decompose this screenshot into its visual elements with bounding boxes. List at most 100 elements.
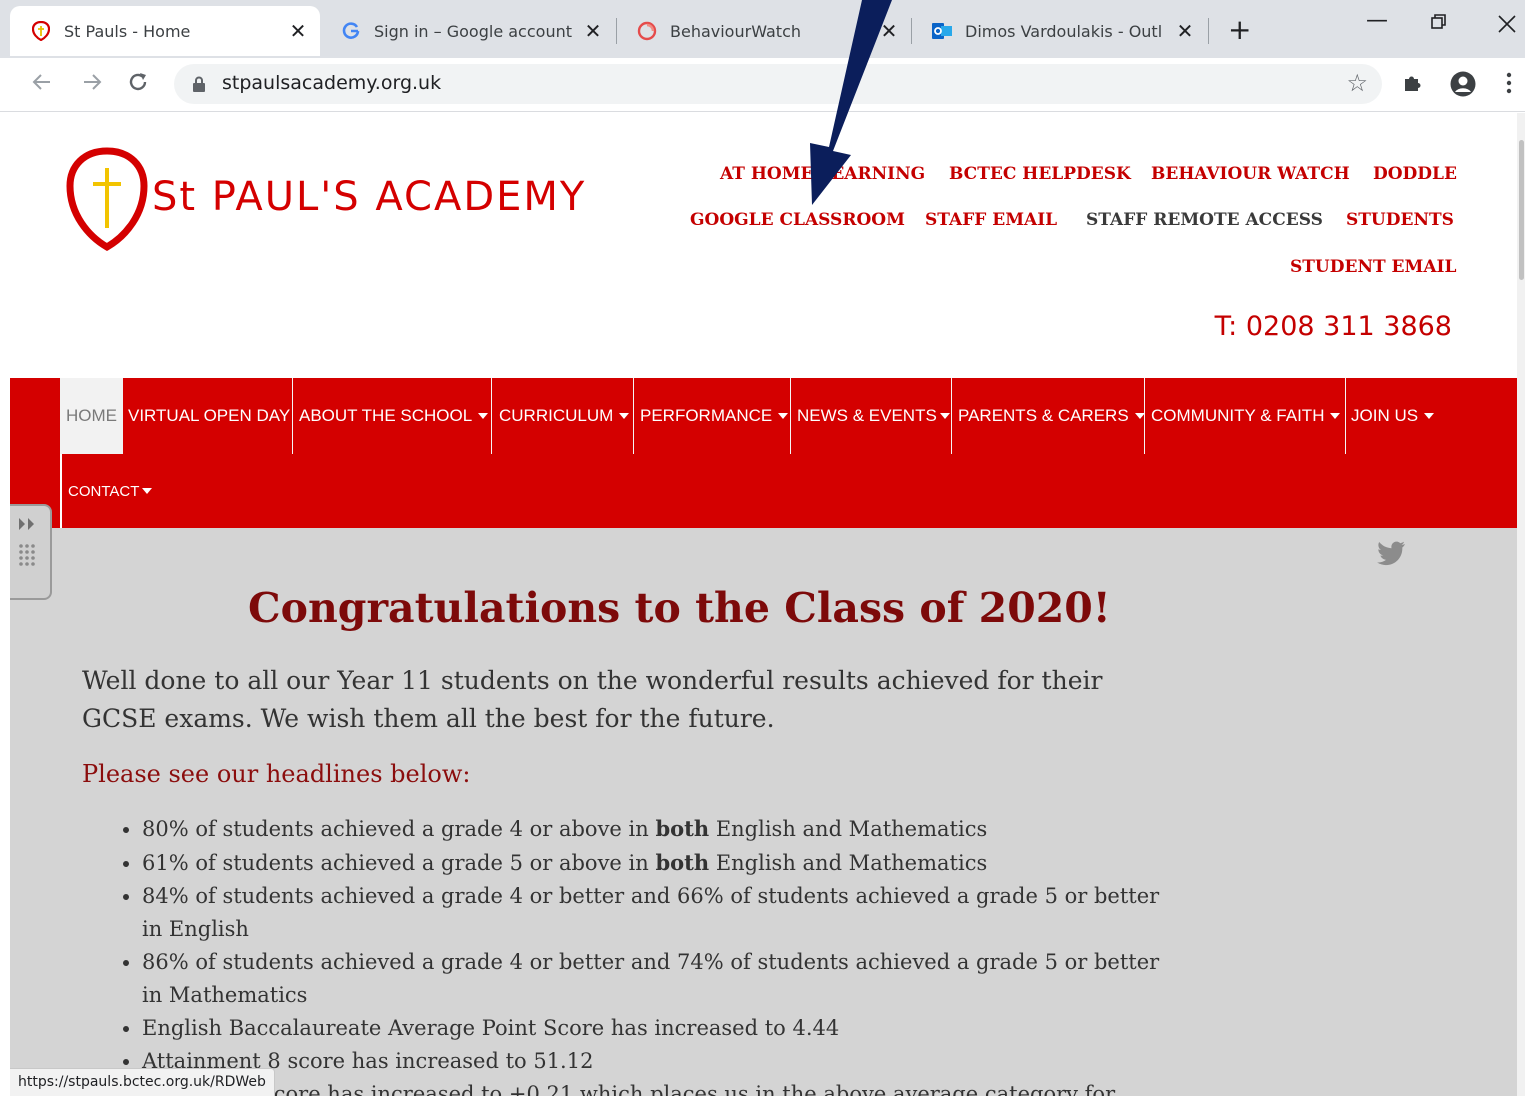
link-at-home-learning[interactable]: AT HOME LEARNING: [720, 164, 925, 184]
nav-divider: [1144, 378, 1145, 454]
tab-title: Sign in – Google account: [374, 21, 572, 41]
list-item-bold: both: [655, 850, 710, 875]
tab-title: Dimos Vardoulakis - Outl: [965, 21, 1163, 41]
menu-kebab-icon[interactable]: [1506, 72, 1512, 98]
nav-label: CONTACT: [68, 482, 140, 500]
caret-down-icon: [1424, 413, 1435, 419]
close-icon[interactable]: ✕: [581, 19, 605, 43]
scrollbar-thumb[interactable]: [1519, 140, 1524, 280]
nav-divider: [633, 378, 634, 454]
main-content: Congratulations to the Class of 2020! We…: [10, 504, 1517, 1096]
browser-toolbar: stpaulsacademy.org.uk ☆: [0, 58, 1525, 112]
twitter-icon[interactable]: [1376, 541, 1406, 571]
nav-home-label: HOME: [66, 406, 117, 425]
outlook-icon: [931, 20, 953, 42]
nav-label: JOIN US: [1351, 406, 1419, 425]
tab-google-sign-in[interactable]: Sign in – Google account ✕: [320, 6, 615, 56]
headlines-subheading: Please see our headlines below:: [82, 760, 471, 788]
main-navigation: HOME VIRTUAL OPEN DAY ABOUT THE SCHOOL C…: [10, 378, 1517, 528]
nav-divider: [1345, 378, 1346, 454]
nav-home[interactable]: HOME: [60, 378, 123, 454]
behaviourwatch-logo-icon: [636, 20, 658, 42]
list-item-text: 61% of students achieved a grade 5 or ab…: [142, 851, 656, 875]
caret-down-icon: [778, 413, 789, 419]
nav-contact[interactable]: CONTACT: [68, 454, 153, 528]
list-item: 80% of students achieved a grade 4 or ab…: [142, 812, 1182, 846]
forward-arrow-icon[interactable]: [80, 70, 104, 100]
close-icon[interactable]: ✕: [877, 19, 901, 43]
nav-about-the-school[interactable]: ABOUT THE SCHOOL: [299, 378, 489, 454]
close-icon[interactable]: ✕: [1173, 19, 1197, 43]
bookmark-star-icon[interactable]: ☆: [1346, 69, 1368, 97]
st-pauls-favicon-icon: [30, 20, 52, 42]
web-page: St PAUL'S ACADEMY AT HOME LEARNING BCTEC…: [10, 113, 1517, 1096]
nav-parents-carers[interactable]: PARENTS & CARERS: [958, 378, 1145, 454]
nav-divider: [790, 378, 791, 454]
link-student-email[interactable]: STUDENT EMAIL: [1290, 257, 1456, 277]
list-item: 86% of students achieved a grade 4 or be…: [142, 946, 1182, 1012]
nav-curriculum[interactable]: CURRICULUM: [499, 378, 630, 454]
nav-virtual-open-day[interactable]: VIRTUAL OPEN DAY: [128, 378, 290, 454]
nav-divider: [292, 378, 293, 454]
results-list: 80% of students achieved a grade 4 or ab…: [142, 812, 1182, 1096]
list-item: 84% of students achieved a grade 4 or be…: [142, 880, 1182, 946]
tab-st-pauls[interactable]: St Pauls - Home ✕: [10, 6, 320, 56]
tab-strip: St Pauls - Home ✕ Sign in – Google accou…: [0, 0, 1525, 58]
site-logo[interactable]: St PAUL'S ACADEMY: [66, 146, 586, 252]
list-item-text: 80% of students achieved a grade 4 or ab…: [142, 817, 656, 841]
tab-title: St Pauls - Home: [64, 21, 191, 41]
tab-title: BehaviourWatch: [670, 21, 801, 41]
minimize-icon[interactable]: —: [1366, 8, 1388, 33]
accessibility-toolbar-handle[interactable]: [10, 504, 52, 600]
list-item-text: English and Mathematics: [709, 817, 988, 841]
nav-join-us[interactable]: JOIN US: [1351, 378, 1435, 454]
list-item: Attainment 8 score has increased to 51.1…: [142, 1045, 1182, 1078]
link-doddle[interactable]: DODDLE: [1373, 164, 1457, 184]
tab-behaviourwatch[interactable]: BehaviourWatch ✕: [616, 6, 911, 56]
nav-label: PARENTS & CARERS: [958, 406, 1129, 425]
logo-text: St PAUL'S ACADEMY: [152, 174, 587, 220]
phone-number: T: 0208 311 3868: [1214, 311, 1452, 342]
nav-label: ABOUT THE SCHOOL: [299, 406, 473, 425]
profile-avatar-icon[interactable]: [1449, 70, 1477, 102]
window-close-icon[interactable]: [1497, 14, 1517, 40]
nav-community-faith[interactable]: COMMUNITY & FAITH: [1151, 378, 1341, 454]
restore-icon[interactable]: [1430, 12, 1448, 37]
close-icon[interactable]: ✕: [286, 19, 310, 43]
address-bar[interactable]: stpaulsacademy.org.uk ☆: [174, 64, 1382, 104]
new-tab-button[interactable]: +: [1228, 16, 1251, 44]
link-bctec-helpdesk[interactable]: BCTEC HELPDESK: [949, 164, 1131, 184]
caret-down-icon: [478, 413, 489, 419]
url-text: stpaulsacademy.org.uk: [222, 72, 442, 94]
caret-down-icon: [1330, 413, 1341, 419]
tab-outlook[interactable]: Dimos Vardoulakis - Outl ✕: [911, 6, 1207, 56]
nav-divider: [951, 378, 952, 454]
link-behaviour-watch[interactable]: BEHAVIOUR WATCH: [1151, 164, 1350, 184]
status-bar-url: https://stpauls.bctec.org.uk/RDWeb: [10, 1068, 275, 1096]
lock-icon: [192, 76, 206, 97]
nav-divider: [491, 378, 492, 454]
caret-down-icon: [939, 413, 950, 419]
reload-icon[interactable]: [126, 70, 150, 100]
intro-paragraph: Well done to all our Year 11 students on…: [82, 666, 1103, 733]
nav-label: VIRTUAL OPEN DAY: [128, 406, 291, 425]
back-arrow-icon[interactable]: [30, 70, 54, 100]
list-item: English Baccalaureate Average Point Scor…: [142, 1012, 1182, 1045]
nav-news-events[interactable]: NEWS & EVENTS: [797, 378, 950, 454]
tab-separator: [1208, 18, 1209, 44]
google-g-icon: [340, 20, 362, 42]
link-staff-email[interactable]: STAFF EMAIL: [925, 210, 1057, 230]
list-item: 61% of students achieved a grade 5 or ab…: [142, 846, 1182, 880]
link-google-classroom[interactable]: GOOGLE CLASSROOM: [690, 210, 905, 230]
caret-down-icon: [619, 413, 630, 419]
link-staff-remote-access[interactable]: STAFF REMOTE ACCESS: [1086, 210, 1323, 230]
list-item-text: English and Mathematics: [709, 851, 988, 875]
list-item-bold: both: [655, 816, 710, 841]
extensions-puzzle-icon[interactable]: [1401, 70, 1425, 98]
link-students[interactable]: STUDENTS: [1346, 210, 1454, 230]
nav-label: COMMUNITY & FAITH: [1151, 406, 1325, 425]
page-headline: Congratulations to the Class of 2020!: [248, 584, 1111, 632]
nav-divider: [60, 454, 62, 528]
nav-performance[interactable]: PERFORMANCE: [640, 378, 789, 454]
nav-label: CURRICULUM: [499, 406, 614, 425]
